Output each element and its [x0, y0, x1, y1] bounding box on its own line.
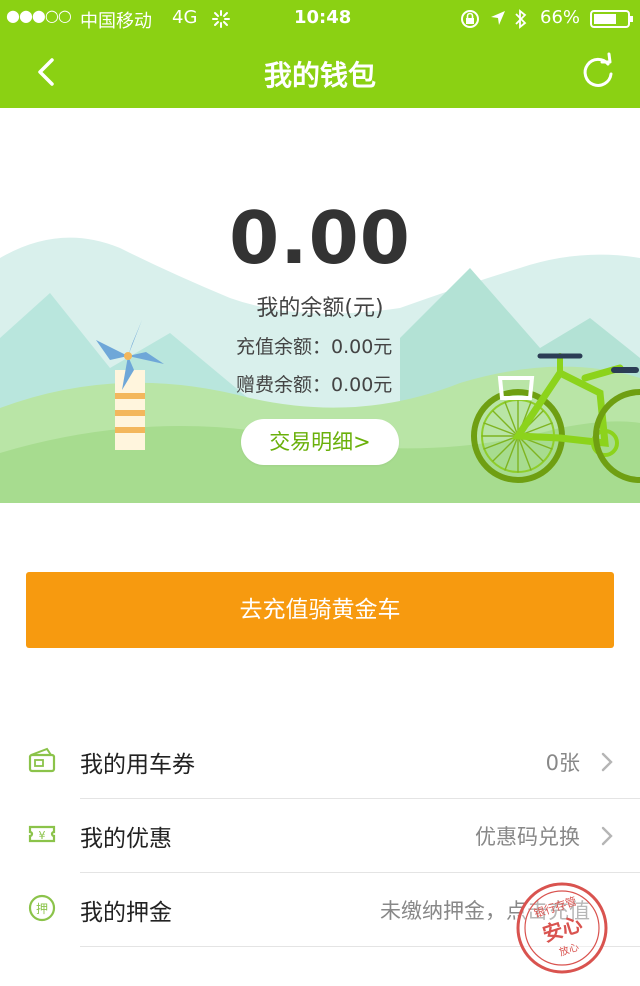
wallet-balance-panel: 0.00 我的余额(元) 充值余额：0.00元 赠费余额：0.00元 交易明细> [0, 108, 640, 503]
menu-item-label: 我的用车券 [80, 752, 195, 778]
balance-amount: 0.00 [229, 196, 411, 280]
balance-label: 我的余额(元) [256, 296, 384, 321]
chevron-right-icon [601, 752, 613, 772]
signal-strength: ●●●○○ [6, 6, 72, 25]
ticket-icon [28, 747, 56, 773]
menu-item-value: 优惠码兑换 [475, 825, 580, 849]
svg-text:押: 押 [36, 902, 48, 916]
navigation-bar: 我的钱包 [0, 36, 640, 108]
menu-item-label: 我的押金 [80, 900, 172, 926]
status-bar: ●●●○○ 中国移动 4G 10:48 66% [0, 0, 640, 36]
transaction-details-button[interactable]: 交易明细> [241, 419, 399, 465]
clock: 10:48 [294, 7, 352, 28]
loading-spinner-icon [212, 10, 230, 28]
network-type: 4G [172, 7, 198, 28]
carrier-name: 中国移动 [80, 11, 152, 32]
page-title: 我的钱包 [263, 59, 376, 92]
coupon-icon: ¥ [28, 825, 56, 843]
menu-item-discounts[interactable]: ¥ 我的优惠 优惠码兑换 [0, 799, 640, 873]
battery-percent: 66% [540, 7, 581, 28]
battery-icon [590, 10, 633, 28]
bluetooth-icon [515, 9, 527, 29]
recharge-button[interactable]: 去充值骑黄金车 [26, 572, 614, 648]
bank-custody-stamp: 银行存管 安心 放心 [516, 882, 608, 974]
menu-item-ride-vouchers[interactable]: 我的用车券 0张 [0, 725, 640, 799]
menu-item-label: 我的优惠 [80, 826, 172, 852]
deposit-icon: 押 [28, 894, 56, 922]
chevron-right-icon [601, 826, 613, 846]
menu-item-value: 0张 [545, 751, 580, 775]
rotation-lock-icon [461, 10, 479, 28]
refresh-icon[interactable] [576, 50, 620, 94]
bonus-balance: 赠费余额：0.00元 [236, 374, 393, 396]
svg-text:¥: ¥ [39, 829, 46, 842]
recharge-balance: 充值余额：0.00元 [236, 336, 393, 358]
location-arrow-icon [491, 11, 505, 25]
